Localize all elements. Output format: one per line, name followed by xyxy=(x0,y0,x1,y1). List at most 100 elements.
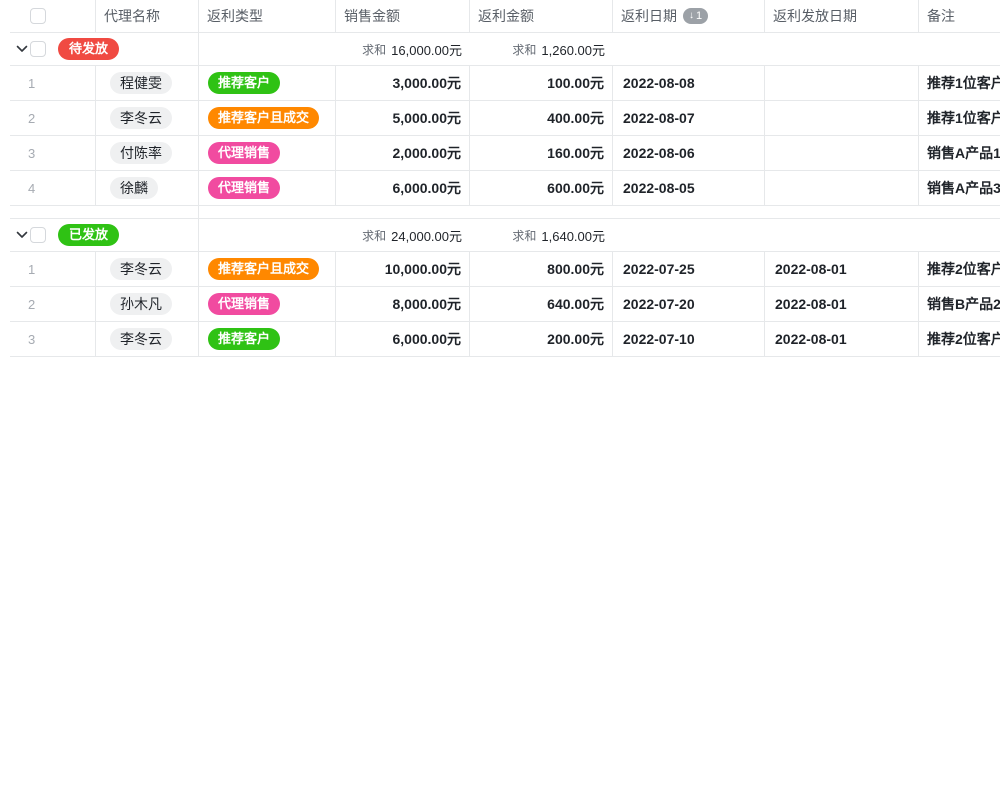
group-badge[interactable]: 已发放 xyxy=(58,224,119,246)
sum-label: 求和 xyxy=(362,41,386,58)
sales-amount-cell[interactable]: 10,000.00元 xyxy=(336,252,470,286)
notes-cell[interactable]: 推荐1位客户 xyxy=(919,101,1000,135)
issue-date-value: 2022-08-01 xyxy=(775,296,847,312)
group-sum-rebate-cell[interactable]: 求和1,260.00元 xyxy=(470,33,613,65)
group-sum-sales-cell[interactable]: 求和16,000.00元 xyxy=(336,33,470,65)
row-number-cell[interactable]: 3 xyxy=(10,136,96,170)
notes-value: 销售B产品2件 xyxy=(927,294,1000,314)
issue-date-cell[interactable]: 2022-08-01 xyxy=(765,252,919,286)
rebate-date-cell[interactable]: 2022-07-25 xyxy=(613,252,765,286)
row-number-cell[interactable]: 2 xyxy=(10,101,96,135)
rebate-date-cell[interactable]: 2022-07-10 xyxy=(613,322,765,356)
sales-amount-cell[interactable]: 6,000.00元 xyxy=(336,171,470,205)
agent-name-cell[interactable]: 徐麟 xyxy=(96,171,199,205)
row-number-cell[interactable]: 3 xyxy=(10,322,96,356)
notes-cell[interactable]: 推荐1位客户 xyxy=(919,66,1000,100)
notes-cell[interactable]: 销售A产品3件 xyxy=(919,171,1000,205)
group-select-checkbox[interactable] xyxy=(30,227,46,243)
row-number-cell[interactable]: 4 xyxy=(10,171,96,205)
group-sum-sales: 24,000.00元 xyxy=(391,226,462,245)
rebate-amount-cell[interactable]: 100.00元 xyxy=(470,66,613,100)
group-badge[interactable]: 待发放 xyxy=(58,38,119,60)
rebate-amount-cell[interactable]: 400.00元 xyxy=(470,101,613,135)
rebate-date-cell[interactable]: 2022-07-20 xyxy=(613,287,765,321)
rebate-type-badge: 代理销售 xyxy=(208,293,280,315)
notes-cell[interactable]: 销售A产品1件 xyxy=(919,136,1000,170)
sales-amount-value: 10,000.00元 xyxy=(385,259,461,279)
rebate-amount-value: 640.00元 xyxy=(547,294,604,314)
notes-cell[interactable]: 销售B产品2件 xyxy=(919,287,1000,321)
group-header-left: 已发放 xyxy=(10,219,199,251)
agent-name-cell[interactable]: 孙木凡 xyxy=(96,287,199,321)
sales-amount-cell[interactable]: 2,000.00元 xyxy=(336,136,470,170)
column-header-rebate-date[interactable]: 返利日期 ↓1 xyxy=(613,0,765,32)
column-header-sales-amount[interactable]: 销售金额 xyxy=(336,0,470,32)
rebate-type-badge: 推荐客户且成交 xyxy=(208,107,319,129)
rebate-type-cell[interactable]: 代理销售 xyxy=(199,136,336,170)
rebate-date-value: 2022-08-08 xyxy=(623,75,695,91)
sales-amount-cell[interactable]: 3,000.00元 xyxy=(336,66,470,100)
column-header-label: 代理名称 xyxy=(104,6,160,26)
rebate-date-cell[interactable]: 2022-08-08 xyxy=(613,66,765,100)
rebate-date-cell[interactable]: 2022-08-05 xyxy=(613,171,765,205)
rebate-date-cell[interactable]: 2022-08-06 xyxy=(613,136,765,170)
rebate-type-badge: 推荐客户 xyxy=(208,328,280,350)
notes-cell[interactable]: 推荐2位客户 xyxy=(919,252,1000,286)
select-all-checkbox[interactable] xyxy=(30,8,46,24)
rebate-type-cell[interactable]: 代理销售 xyxy=(199,287,336,321)
issue-date-value: 2022-08-01 xyxy=(775,331,847,347)
sales-amount-cell[interactable]: 6,000.00元 xyxy=(336,322,470,356)
group-sum-sales-cell[interactable]: 求和 24,000.00元 xyxy=(336,219,470,251)
issue-date-cell[interactable] xyxy=(765,136,919,170)
rebate-amount-cell[interactable]: 600.00元 xyxy=(470,171,613,205)
column-header-label: 备注 xyxy=(927,6,955,26)
notes-cell[interactable]: 推荐2位客户 xyxy=(919,322,1000,356)
row-number-cell[interactable]: 1 xyxy=(10,66,96,100)
group-select-checkbox[interactable] xyxy=(30,41,46,57)
column-header-agent-name[interactable]: 代理名称 xyxy=(96,0,199,32)
rebate-amount-value: 100.00元 xyxy=(547,73,604,93)
rebate-type-cell[interactable]: 代理销售 xyxy=(199,171,336,205)
column-header-rebate-type[interactable]: 返利类型 xyxy=(199,0,336,32)
rebate-type-cell[interactable]: 推荐客户且成交 xyxy=(199,252,336,286)
rebate-type-cell[interactable]: 推荐客户且成交 xyxy=(199,101,336,135)
rebate-type-cell[interactable]: 推荐客户 xyxy=(199,322,336,356)
rebate-date-value: 2022-08-06 xyxy=(623,145,695,161)
sales-amount-cell[interactable]: 5,000.00元 xyxy=(336,101,470,135)
agent-name-cell[interactable]: 李冬云 xyxy=(96,322,199,356)
row-number-cell[interactable]: 1 xyxy=(10,252,96,286)
rebate-date-cell[interactable]: 2022-08-07 xyxy=(613,101,765,135)
rebate-amount-cell[interactable]: 200.00元 xyxy=(470,322,613,356)
sort-badge[interactable]: ↓1 xyxy=(683,8,708,24)
rebate-amount-cell[interactable]: 800.00元 xyxy=(470,252,613,286)
rebate-amount-cell[interactable]: 640.00元 xyxy=(470,287,613,321)
agent-name-pill: 程健雯 xyxy=(110,72,172,94)
rebate-amount-value: 800.00元 xyxy=(547,259,604,279)
column-header-notes[interactable]: 备注 xyxy=(919,0,1000,32)
group-sum-rebate-cell[interactable]: 求和1,640.00元 xyxy=(470,219,613,251)
column-header-rebate-amount[interactable]: 返利金额 xyxy=(470,0,613,32)
notes-value: 推荐1位客户 xyxy=(927,108,1000,128)
issue-date-cell[interactable] xyxy=(765,101,919,135)
agent-name-pill: 徐麟 xyxy=(110,177,158,199)
row-number: 2 xyxy=(28,297,35,312)
column-header-label: 返利发放日期 xyxy=(773,6,857,26)
agent-name-cell[interactable]: 李冬云 xyxy=(96,101,199,135)
sales-amount-value: 6,000.00元 xyxy=(393,178,462,198)
rebate-type-badge: 推荐客户 xyxy=(208,72,280,94)
row-number-cell[interactable]: 2 xyxy=(10,287,96,321)
issue-date-cell[interactable] xyxy=(765,171,919,205)
agent-name-cell[interactable]: 李冬云 xyxy=(96,252,199,286)
column-header-issue-date[interactable]: 返利发放日期 xyxy=(765,0,919,32)
issue-date-cell[interactable] xyxy=(765,66,919,100)
sum-label: 求和 xyxy=(362,227,386,244)
agent-name-cell[interactable]: 付陈率 xyxy=(96,136,199,170)
column-header-label: 返利金额 xyxy=(478,6,534,26)
issue-date-cell[interactable]: 2022-08-01 xyxy=(765,322,919,356)
issue-date-cell[interactable]: 2022-08-01 xyxy=(765,287,919,321)
rebate-type-cell[interactable]: 推荐客户 xyxy=(199,66,336,100)
rebate-amount-cell[interactable]: 160.00元 xyxy=(470,136,613,170)
sales-amount-cell[interactable]: 8,000.00元 xyxy=(336,287,470,321)
agent-name-cell[interactable]: 程健雯 xyxy=(96,66,199,100)
rebate-date-value: 2022-07-10 xyxy=(623,331,695,347)
